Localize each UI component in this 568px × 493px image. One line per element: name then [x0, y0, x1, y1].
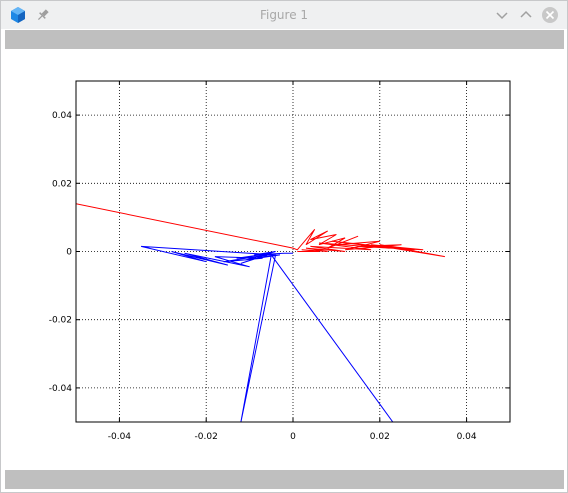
- x-tick-label: -0.04: [108, 432, 132, 442]
- status-bar: [5, 470, 564, 489]
- series-line-1: [76, 203, 445, 258]
- figure-window: Figure 1 -0.04 -0.02 0 0.02 0.04 0.04 0.02 0 -0.…: [0, 0, 568, 493]
- series-group: [76, 203, 445, 422]
- y-tick-label: -0.04: [49, 384, 73, 394]
- x-tick-label: 0.02: [370, 432, 390, 442]
- y-tick-label: 0.04: [52, 111, 72, 121]
- y-tick-label: 0: [66, 248, 72, 258]
- y-tick-label: 0.02: [52, 179, 72, 189]
- series-line-2: [140, 245, 394, 422]
- x-tick-label: 0: [290, 432, 296, 442]
- plot-area[interactable]: -0.04 -0.02 0 0.02 0.04 0.04 0.02 0 -0.02 -0.04: [1, 1, 567, 492]
- y-tick-label: -0.02: [49, 316, 72, 326]
- x-tick-label: -0.02: [195, 432, 218, 442]
- x-tick-label: 0.04: [457, 432, 477, 442]
